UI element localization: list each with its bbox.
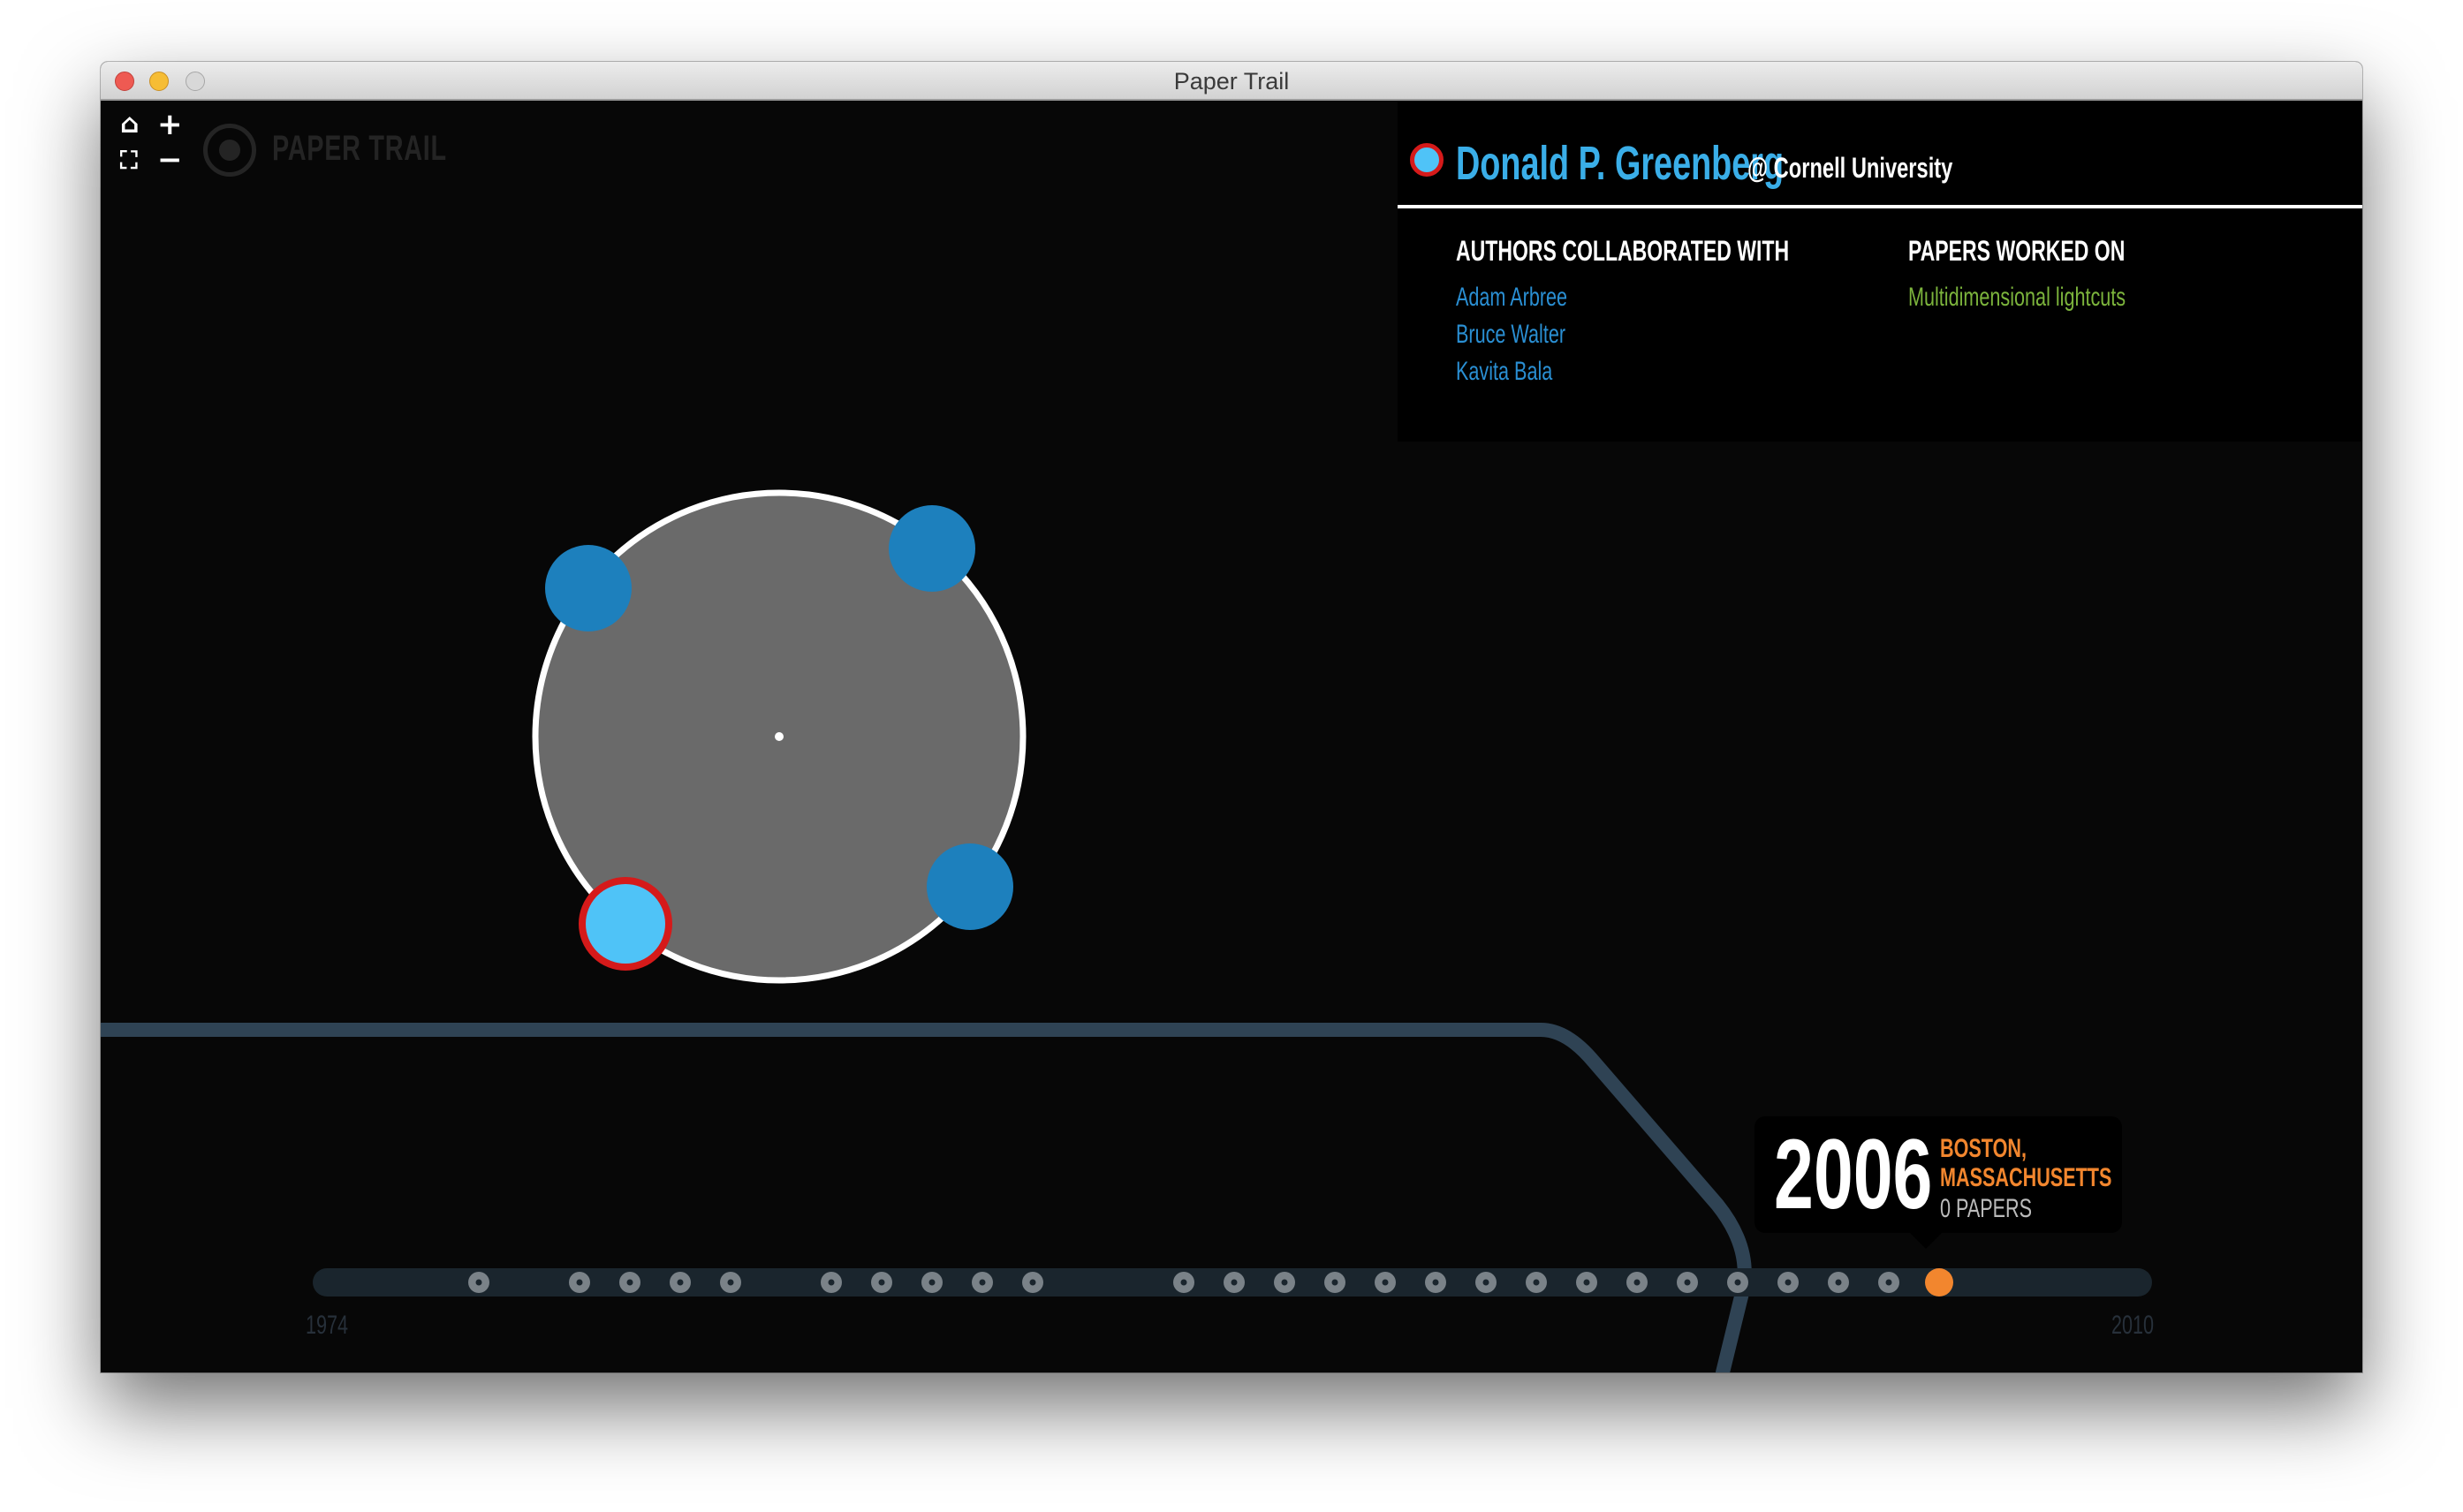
timeline-year-marker-center [1482, 1279, 1489, 1286]
title-bar[interactable]: Paper Trail [101, 62, 2362, 101]
timeline-year-marker-center [979, 1279, 986, 1286]
timeline-end-label: 2010 [2111, 1311, 2155, 1340]
timeline-year-marker-center [1281, 1279, 1288, 1286]
timeline-year-marker-center [1331, 1279, 1338, 1286]
visualization-canvas[interactable]: ⌂ + ⛶ − PAPER TRAIL Donald P. Greenberg … [101, 101, 2362, 1372]
selected-paper-count: 0 PAPERS [1940, 1194, 2033, 1223]
timeline-year-marker-center [1785, 1279, 1792, 1286]
timeline-year-marker-center [727, 1279, 734, 1286]
timeline-start-label: 1974 [306, 1311, 349, 1340]
app-window: Paper Trail ⌂ + ⛶ − PAPER TRAIL Donald P… [101, 62, 2362, 1372]
timeline-year-marker-center [677, 1279, 684, 1286]
timeline-year-marker-center [576, 1279, 583, 1286]
author-node[interactable] [927, 843, 1013, 930]
selected-location: BOSTON, MASSACHUSETTS [1940, 1134, 2111, 1192]
timeline-year-marker-center [828, 1279, 835, 1286]
timeline-year-marker-center [475, 1279, 482, 1286]
window-title: Paper Trail [1173, 68, 1290, 94]
timeline-year-marker-center [928, 1279, 936, 1286]
timeline-year-marker-center [626, 1279, 633, 1286]
timeline-year-marker-center [1835, 1279, 1842, 1286]
author-node[interactable] [889, 505, 975, 592]
timeline-year-marker-center [1734, 1279, 1741, 1286]
timeline-year-marker-center [878, 1279, 885, 1286]
timeline-year-marker-center [1180, 1279, 1187, 1286]
timeline-selected-year-marker[interactable] [1925, 1268, 1953, 1297]
timeline-year-marker-center [1029, 1279, 1036, 1286]
timeline-year-marker-center [1885, 1279, 1892, 1286]
timeline-year-marker-center [1684, 1279, 1691, 1286]
timeline-year-marker-center [1583, 1279, 1590, 1286]
selected-city: BOSTON, [1940, 1134, 2027, 1163]
timeline-year-marker-center [1633, 1279, 1641, 1286]
timeline-year-marker-center [1231, 1279, 1238, 1286]
cluster-center-dot [775, 732, 784, 741]
author-node[interactable] [545, 545, 632, 631]
selected-author-node[interactable] [579, 877, 672, 971]
selected-year: 2006 [1774, 1119, 1933, 1229]
timeline-year-marker-center [1432, 1279, 1439, 1286]
selected-year-tooltip: 2006 BOSTON, MASSACHUSETTS 0 PAPERS [1754, 1116, 2122, 1249]
selected-state: MASSACHUSETTS [1940, 1163, 2112, 1192]
timeline-year-marker-center [1382, 1279, 1389, 1286]
timeline-year-marker-center [1533, 1279, 1540, 1286]
